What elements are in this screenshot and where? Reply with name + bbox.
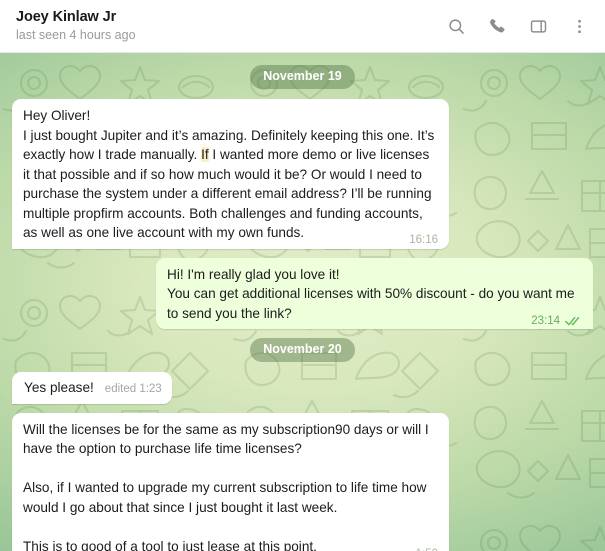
message-bubble-incoming[interactable]: Hey Oliver! I just bought Jupiter and it… (12, 99, 449, 249)
message-row: Hey Oliver! I just bought Jupiter and it… (12, 99, 593, 249)
more-vertical-icon[interactable] (567, 14, 591, 38)
highlighted-word: If (201, 147, 209, 162)
message-edited-label: edited 1:23 (104, 383, 162, 395)
message-bubble-incoming[interactable]: Will the licenses be for the same as my … (12, 412, 449, 551)
peer-name: Joey Kinlaw Jr (16, 9, 117, 25)
message-text: Will the licenses be for the same as my … (23, 421, 429, 551)
message-time: 1:50 (416, 548, 438, 551)
peer-info[interactable]: Joey Kinlaw Jr last seen 4 hours ago (16, 9, 444, 43)
chat-header: Joey Kinlaw Jr last seen 4 hours ago (0, 0, 605, 53)
double-check-icon (565, 315, 582, 327)
search-icon[interactable] (444, 14, 468, 38)
message-text: Yes please! (24, 380, 94, 395)
message-list[interactable]: November 19 Hey Oliver! I just bought Ju… (0, 53, 605, 551)
message-bubble-outgoing[interactable]: Hi! I'm really glad you love it! You can… (156, 257, 593, 329)
date-label: November 19 (250, 65, 355, 89)
date-label: November 20 (250, 338, 355, 362)
message-text: Hi! I'm really glad you love it! You can… (167, 266, 575, 321)
phone-icon[interactable] (485, 14, 509, 38)
message-text: Hey Oliver! I just bought Jupiter and it… (23, 108, 436, 240)
peer-status: last seen 4 hours ago (16, 28, 136, 42)
date-separator: November 20 (12, 338, 593, 362)
header-actions (444, 14, 591, 38)
telegram-chat-window: Joey Kinlaw Jr last seen 4 hours ago Nov… (0, 0, 605, 551)
message-row: Will the licenses be for the same as my … (12, 412, 593, 551)
message-meta: 16:16 (409, 234, 438, 247)
message-time: 16:16 (409, 234, 438, 246)
message-time: 23:14 (531, 314, 560, 327)
message-row: Yes please! edited 1:23 (12, 372, 593, 404)
message-meta: 23:14 (531, 315, 582, 328)
messages-container: November 19 Hey Oliver! I just bought Ju… (0, 53, 605, 551)
message-meta: 1:50 (416, 548, 438, 551)
date-separator: November 19 (12, 65, 593, 89)
message-row: Hi! I'm really glad you love it! You can… (12, 257, 593, 329)
sidebar-icon[interactable] (526, 14, 550, 38)
message-bubble-incoming[interactable]: Yes please! edited 1:23 (12, 372, 172, 404)
